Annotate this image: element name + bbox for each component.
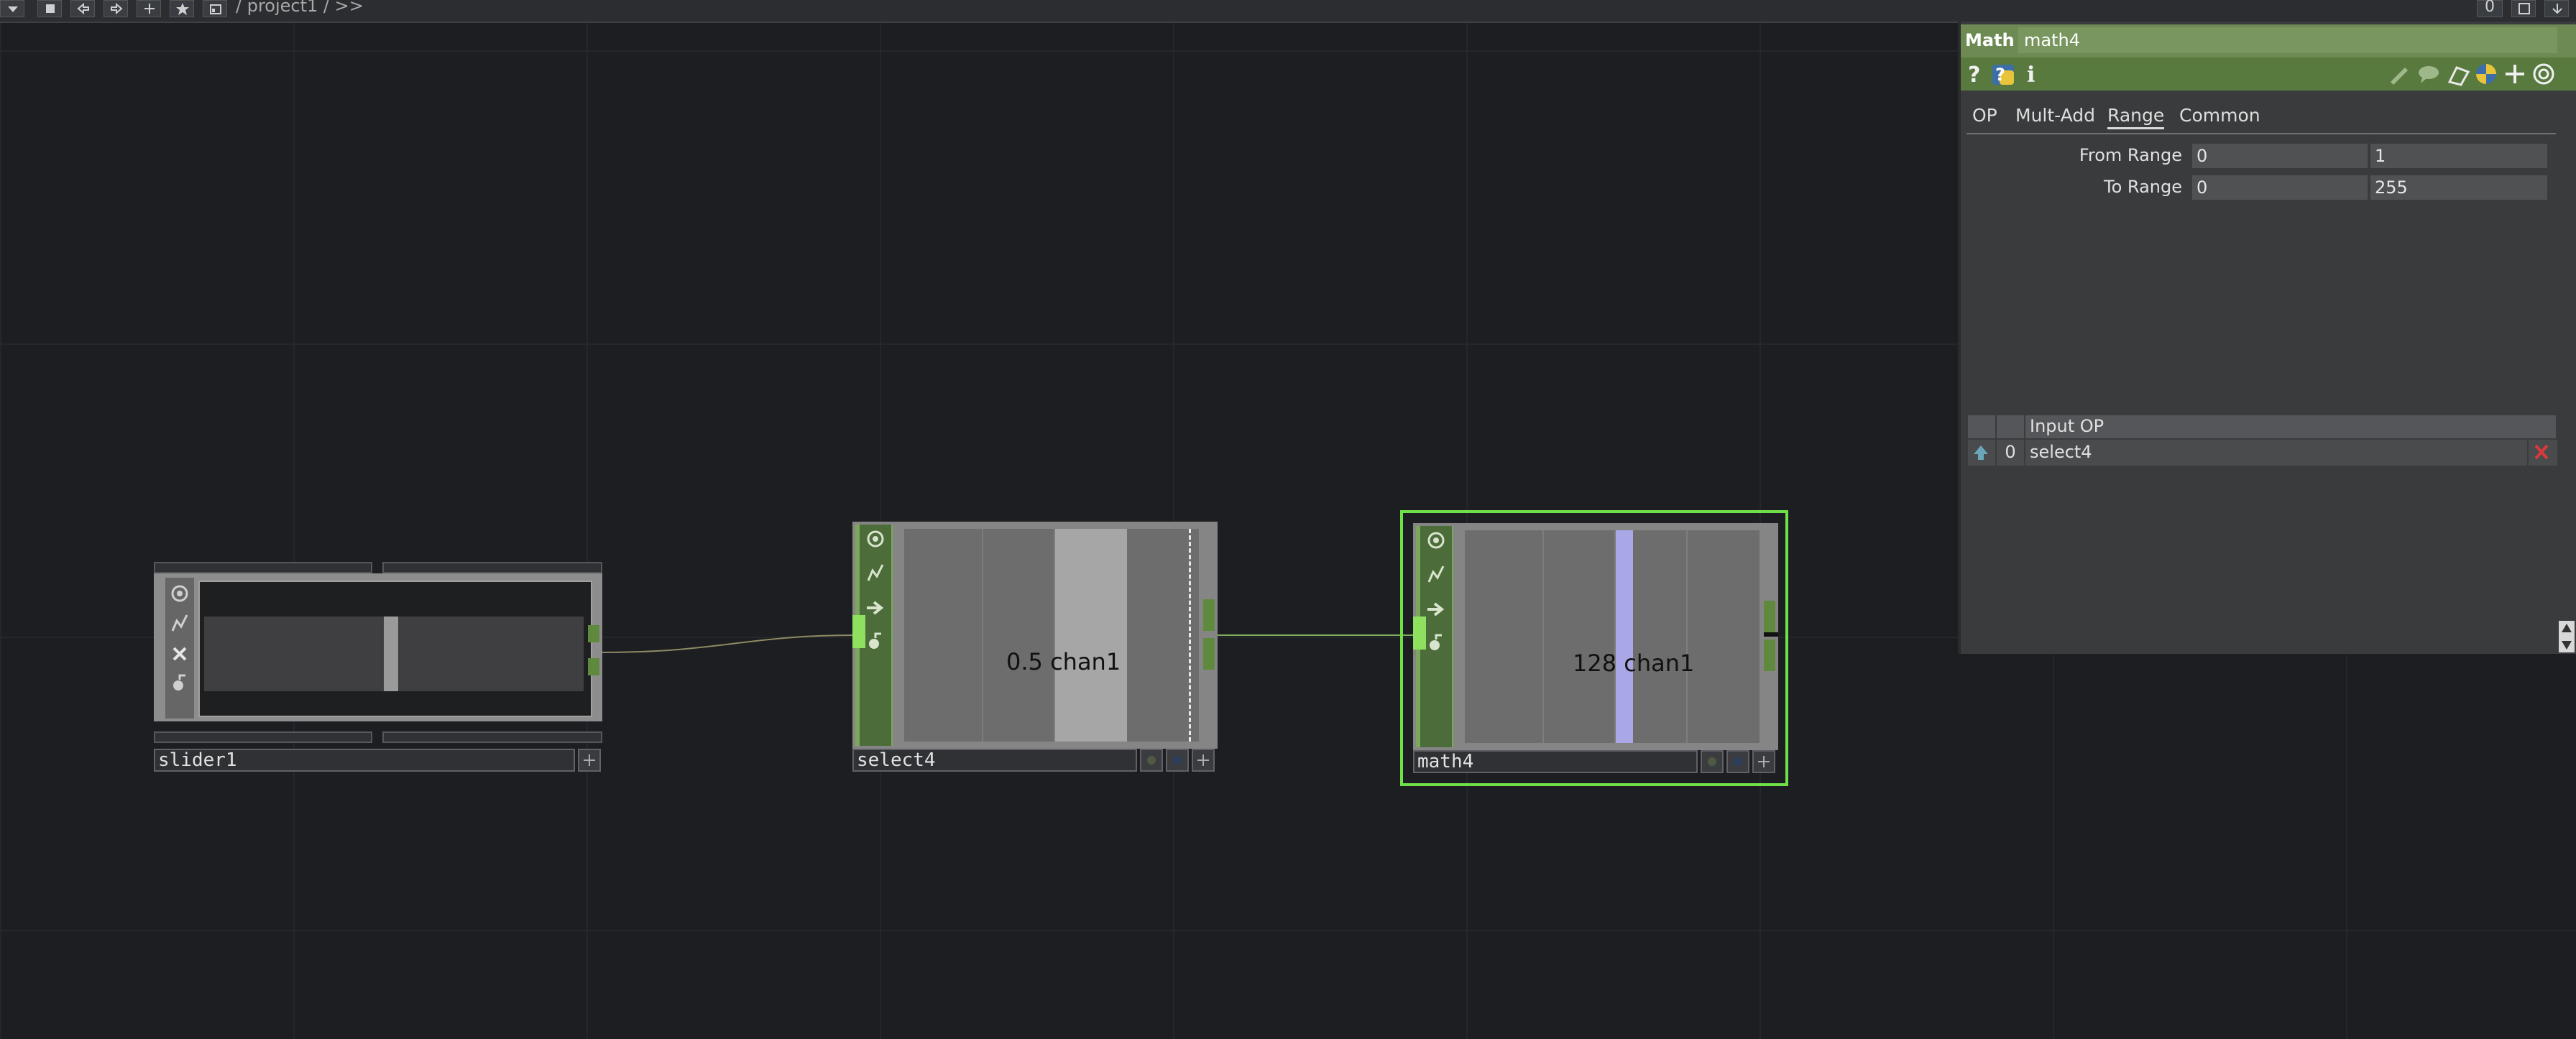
input-op-name[interactable]: select4 [2025,440,2529,466]
close-icon [2534,444,2549,460]
node-expand-button[interactable] [578,749,601,772]
op-type-label: Math [1965,30,2015,50]
arrow-right-icon[interactable] [864,596,887,619]
tab-op[interactable]: OP [1972,105,1997,126]
python-help-icon[interactable]: ? [1991,62,2015,86]
output-connector[interactable] [588,625,599,642]
select-node[interactable]: 0.5 chan1 select4 [852,522,1218,773]
output-connector[interactable] [1764,639,1775,671]
node-expand-button[interactable] [1192,749,1215,772]
lock-icon[interactable] [1425,631,1448,654]
viewer-toggle-icon[interactable] [1425,529,1448,552]
math-node[interactable]: 128 chan1 math4 [1400,510,1788,786]
node-label[interactable]: select4 [852,749,1137,772]
info-icon[interactable]: i [2020,62,2044,86]
from-range-min-field[interactable]: 0 [2191,142,2369,170]
slider-node[interactable]: slider1 [154,562,602,773]
param-label-to-range: To Range [2104,177,2182,197]
to-range-max-field[interactable]: 255 [2369,174,2549,201]
wire-slider-select [600,634,855,653]
svg-text:i: i [2027,63,2035,86]
channel-readout: 128 chan1 [1573,650,1694,677]
help-icon[interactable]: ? [1964,62,1988,86]
node-expand-button[interactable] [1752,750,1775,773]
to-range-min-field[interactable]: 0 [2191,174,2369,201]
channel-value: 0.5 [1006,648,1043,675]
input-connector[interactable] [1413,617,1426,650]
tab-mult-add[interactable]: Mult-Add [2015,105,2095,126]
arrow-right-icon[interactable] [1425,598,1448,621]
bypass-icon[interactable] [168,642,191,665]
plus-icon [1758,756,1770,767]
viewer-toggle-icon[interactable] [864,527,887,550]
output-connector[interactable] [1203,599,1215,631]
remove-input-button[interactable] [2529,440,2557,466]
tab-underline [1966,133,2556,134]
channel-value: 128 [1573,650,1617,677]
channel-name: chan1 [1050,648,1121,675]
comment-icon[interactable] [2416,62,2441,86]
node-label[interactable]: slider1 [154,749,575,772]
panel-header: Math math4 [1961,24,2576,57]
edit-icon[interactable] [2386,62,2411,86]
cook-flag-icon[interactable] [864,562,887,585]
input-op-header: Input OP [2025,415,2557,438]
output-connector[interactable] [1203,638,1215,670]
param-label-from-range: From Range [2079,145,2182,165]
target-icon[interactable] [2531,62,2556,86]
plus-icon [1197,754,1209,766]
cook-flag-icon[interactable] [1425,563,1448,586]
plus-icon [584,754,595,766]
lock-icon[interactable] [168,671,191,694]
add-parameter-icon[interactable] [2503,62,2527,86]
input-row[interactable]: 0 select4 [1968,440,2557,466]
slider-handle[interactable] [384,617,398,691]
scrollbar[interactable] [2559,621,2575,652]
tab-range[interactable]: Range [2107,105,2165,129]
channel-bar [1055,529,1127,742]
op-name-field[interactable]: math4 [2018,27,2557,53]
node-render-flag[interactable] [1726,750,1749,773]
clone-icon[interactable] [2447,62,2471,86]
svg-text:?: ? [1968,63,1980,86]
tab-common[interactable]: Common [2179,105,2260,126]
svg-text:?: ? [1995,65,2005,85]
scroll-arrows-icon [2562,624,2572,650]
from-range-max-field[interactable]: 1 [2369,142,2549,170]
node-render-flag[interactable] [1166,749,1189,772]
channel-name: chan1 [1624,650,1695,677]
inputs-table-header: Input OP [1968,415,2557,438]
channel-bar [1616,530,1633,743]
lock-icon[interactable] [864,629,887,652]
node-label[interactable]: math4 [1413,750,1698,773]
panel-toolbar: ? ? i [1961,57,2576,91]
go-to-input-button[interactable] [1968,440,1997,466]
channel-readout: 0.5 chan1 [1006,648,1121,675]
node-display-flag[interactable] [1140,749,1163,772]
viewer-toggle-icon[interactable] [168,582,191,605]
output-connector[interactable] [588,658,599,675]
input-index: 0 [1997,440,2025,466]
node-display-flag[interactable] [1701,750,1724,773]
input-connector[interactable] [852,615,865,648]
output-connector[interactable] [1764,601,1775,632]
cook-flag-icon[interactable] [168,612,191,635]
python-icon[interactable] [2474,62,2498,86]
arrow-up-icon [1974,445,1988,460]
parameter-panel: Math math4 ? ? i OP Mult-Add Range Commo… [1958,22,2576,654]
